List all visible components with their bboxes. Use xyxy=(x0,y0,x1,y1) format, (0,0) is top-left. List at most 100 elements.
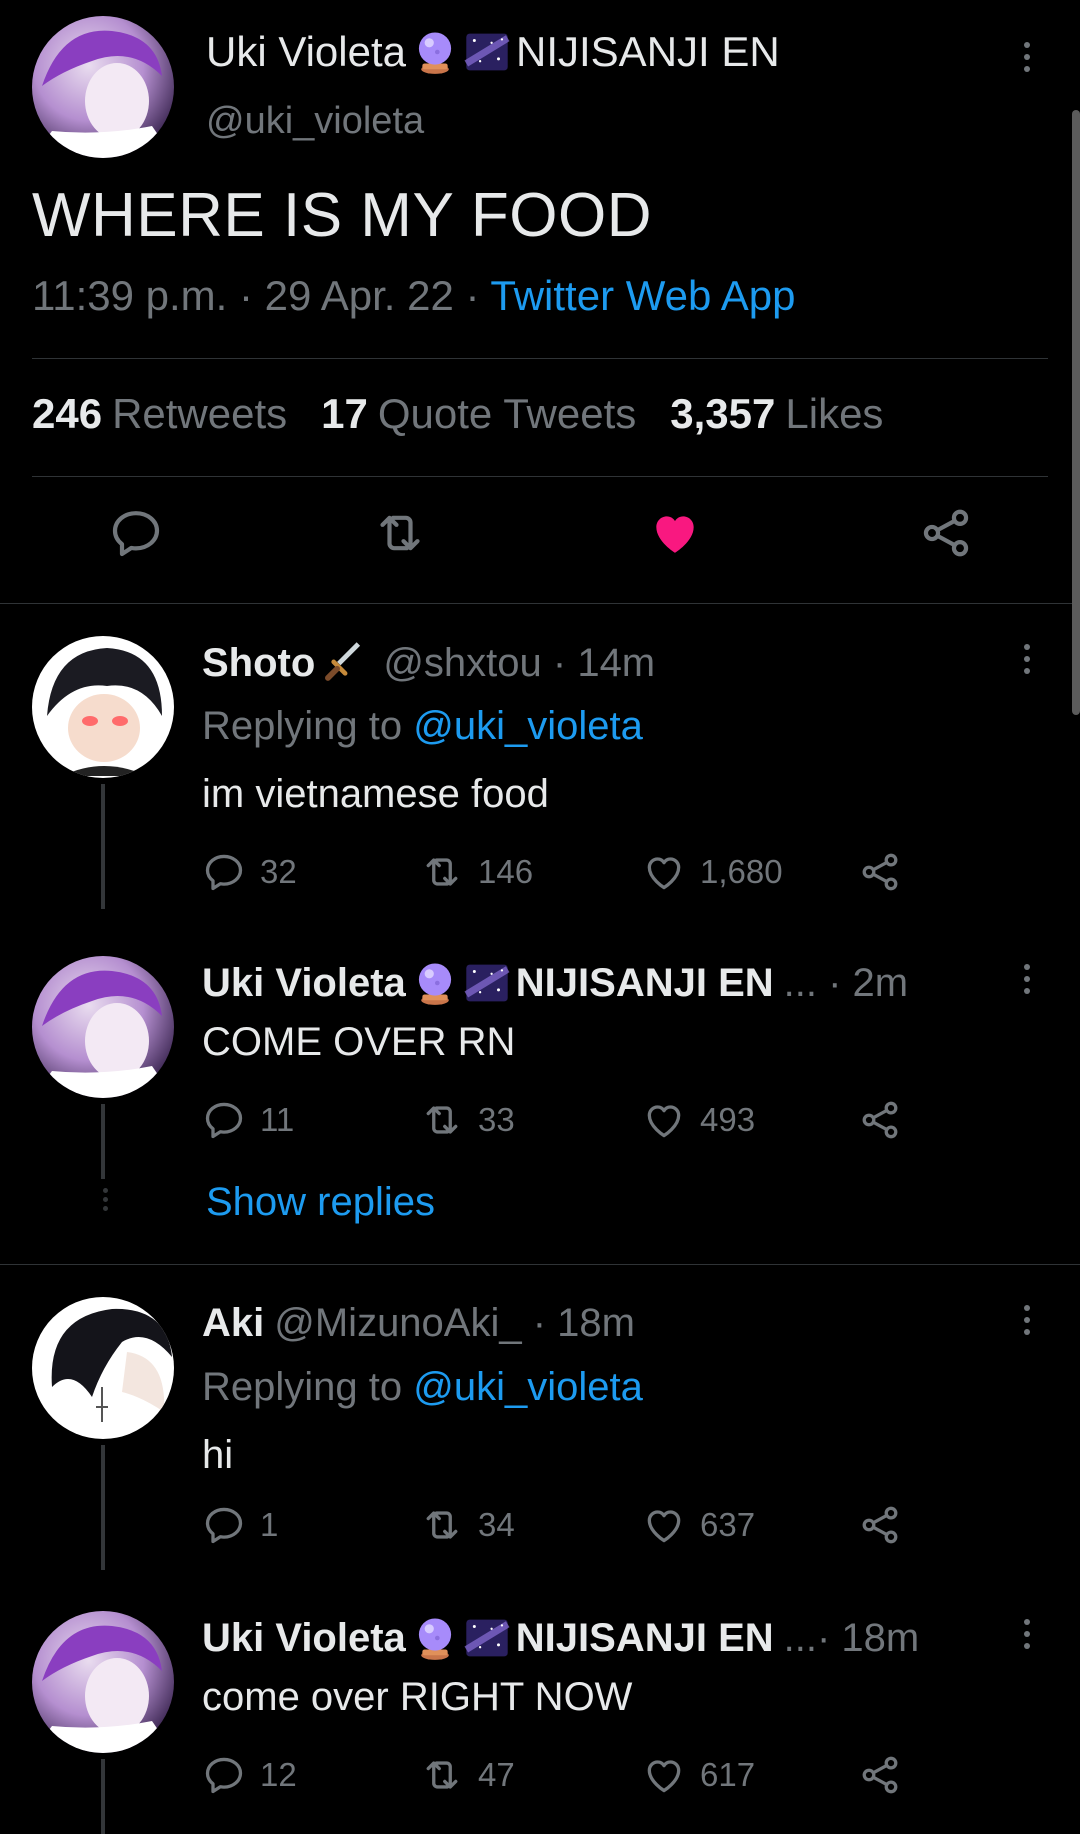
reply-item[interactable]: Aki @MizunoAki_ · 18m Replying to @uki_v… xyxy=(0,1265,1080,1585)
reply-comment-button[interactable]: 1 xyxy=(202,1503,278,1547)
retweet-count: 47 xyxy=(478,1756,515,1793)
reply-handle[interactable]: @shxtou · 14m xyxy=(383,641,655,686)
tweet-stats: 246 Retweets 17 Quote Tweets 3,357 Likes xyxy=(32,390,883,438)
reply-item[interactable]: Uki Violeta NIJISANJI EN ...· 18m come o… xyxy=(0,1585,1080,1834)
thread-line xyxy=(101,1104,105,1179)
tweet-meta: 11:39 p.m. · 29 Apr. 22 · Twitter Web Ap… xyxy=(32,272,795,320)
reply-handle[interactable]: ...· 18m xyxy=(784,1616,920,1661)
more-icon[interactable] xyxy=(1022,644,1032,674)
reply-comment-button[interactable]: 11 xyxy=(202,1098,294,1142)
reply-share-button[interactable] xyxy=(858,1503,902,1547)
main-tweet: Uki Violeta NIJISANJI EN @uki_violeta WH… xyxy=(0,0,1080,604)
reply-author-name[interactable]: Uki Violeta xyxy=(202,1616,406,1661)
retweet-count: 146 xyxy=(478,853,534,890)
reply-actions: 1 34 637 xyxy=(202,1503,922,1551)
reply-item[interactable]: Shoto @shxtou · 14m Replying to @uki_vio… xyxy=(0,604,1080,924)
reply-share-button[interactable] xyxy=(858,1098,902,1142)
reply-handle[interactable]: ... · 2m xyxy=(784,961,908,1006)
reply-share-button[interactable] xyxy=(858,850,902,894)
reply-text: come over RIGHT NOW xyxy=(202,1675,633,1719)
retweet-icon xyxy=(420,1753,464,1797)
thread-line xyxy=(101,1445,105,1570)
comment-count: 12 xyxy=(260,1756,297,1793)
more-icon[interactable] xyxy=(1022,964,1032,994)
replying-to: Replying to @uki_violeta xyxy=(202,704,643,749)
reply-actions: 12 47 617 xyxy=(202,1753,922,1801)
reply-retweet-button[interactable]: 34 xyxy=(420,1503,515,1547)
avatar[interactable] xyxy=(32,16,174,158)
likes-count: 3,357 xyxy=(670,390,776,437)
comment-icon xyxy=(202,1098,246,1142)
heart-icon xyxy=(642,1753,686,1797)
avatar[interactable] xyxy=(32,636,174,778)
more-icon[interactable] xyxy=(1022,42,1032,72)
reply-actions: 11 33 493 xyxy=(202,1098,922,1146)
replying-prefix: Replying to xyxy=(202,1365,414,1409)
retweets-count: 246 xyxy=(32,390,103,437)
retweet-icon xyxy=(420,1098,464,1142)
quotes-label: Quote Tweets xyxy=(377,390,637,437)
reply-header: Aki @MizunoAki_ · 18m xyxy=(202,1301,635,1346)
night-sky-icon xyxy=(464,960,510,1006)
tweet-actions xyxy=(0,505,1080,575)
mention-link[interactable]: @uki_violeta xyxy=(413,704,643,748)
more-icon[interactable] xyxy=(1022,1619,1032,1649)
more-icon[interactable] xyxy=(1022,1305,1032,1335)
reply-author-name[interactable]: Shoto xyxy=(202,641,315,686)
heart-icon[interactable] xyxy=(647,505,703,561)
reply-author-name[interactable]: Uki Violeta xyxy=(202,961,406,1006)
retweets-stat[interactable]: 246 Retweets xyxy=(32,390,287,438)
likes-stat[interactable]: 3,357 Likes xyxy=(670,390,883,438)
avatar[interactable] xyxy=(32,956,174,1098)
thread-line xyxy=(101,1759,105,1834)
share-icon[interactable] xyxy=(918,505,974,561)
likes-label: Likes xyxy=(785,390,884,437)
crystal-ball-icon xyxy=(412,29,458,75)
comment-icon[interactable] xyxy=(108,505,164,561)
share-icon xyxy=(858,1753,902,1797)
author-name[interactable]: Uki Violeta NIJISANJI EN xyxy=(206,28,780,76)
quotes-stat[interactable]: 17 Quote Tweets xyxy=(321,390,636,438)
reply-like-button[interactable]: 617 xyxy=(642,1753,755,1797)
reply-header: Shoto @shxtou · 14m xyxy=(202,640,655,686)
reply-retweet-button[interactable]: 47 xyxy=(420,1753,515,1797)
reply-share-button[interactable] xyxy=(858,1753,902,1797)
reply-item[interactable]: Uki Violeta NIJISANJI EN ... · 2m COME O… xyxy=(0,924,1080,1264)
show-replies-link[interactable]: Show replies xyxy=(206,1180,435,1225)
share-icon xyxy=(858,1098,902,1142)
reply-like-button[interactable]: 493 xyxy=(642,1098,755,1142)
tweet-text: WHERE IS MY FOOD xyxy=(32,181,653,250)
heart-icon xyxy=(642,850,686,894)
mention-link[interactable]: @uki_violeta xyxy=(413,1365,643,1409)
avatar[interactable] xyxy=(32,1297,174,1439)
retweet-count: 34 xyxy=(478,1506,515,1543)
retweet-icon[interactable] xyxy=(372,505,428,561)
dagger-icon xyxy=(321,640,367,686)
reply-like-button[interactable]: 637 xyxy=(642,1503,755,1547)
comment-count: 32 xyxy=(260,853,297,890)
retweet-icon xyxy=(420,850,464,894)
reply-handle[interactable]: @MizunoAki_ · 18m xyxy=(274,1301,635,1346)
comment-icon xyxy=(202,850,246,894)
avatar[interactable] xyxy=(32,1611,174,1753)
heart-icon xyxy=(642,1503,686,1547)
reply-comment-button[interactable]: 32 xyxy=(202,850,297,894)
scrollbar[interactable] xyxy=(1072,110,1080,715)
reply-text: hi xyxy=(202,1433,234,1477)
retweet-icon xyxy=(420,1503,464,1547)
tweet-source-link[interactable]: Twitter Web App xyxy=(490,272,795,319)
comment-icon xyxy=(202,1503,246,1547)
replying-to: Replying to @uki_violeta xyxy=(202,1365,643,1410)
reply-text: im vietnamese food xyxy=(202,772,549,816)
reply-author-org: NIJISANJI EN xyxy=(515,960,774,1005)
reply-retweet-button[interactable]: 146 xyxy=(420,850,533,894)
night-sky-icon xyxy=(464,1615,510,1661)
reply-like-button[interactable]: 1,680 xyxy=(642,850,783,894)
reply-comment-button[interactable]: 12 xyxy=(202,1753,297,1797)
reply-actions: 32 146 1,680 xyxy=(202,850,922,898)
reply-author-org: NIJISANJI EN xyxy=(515,1615,774,1660)
author-handle[interactable]: @uki_violeta xyxy=(206,100,424,143)
reply-author-name[interactable]: Aki xyxy=(202,1301,264,1346)
reply-retweet-button[interactable]: 33 xyxy=(420,1098,515,1142)
heart-icon xyxy=(642,1098,686,1142)
